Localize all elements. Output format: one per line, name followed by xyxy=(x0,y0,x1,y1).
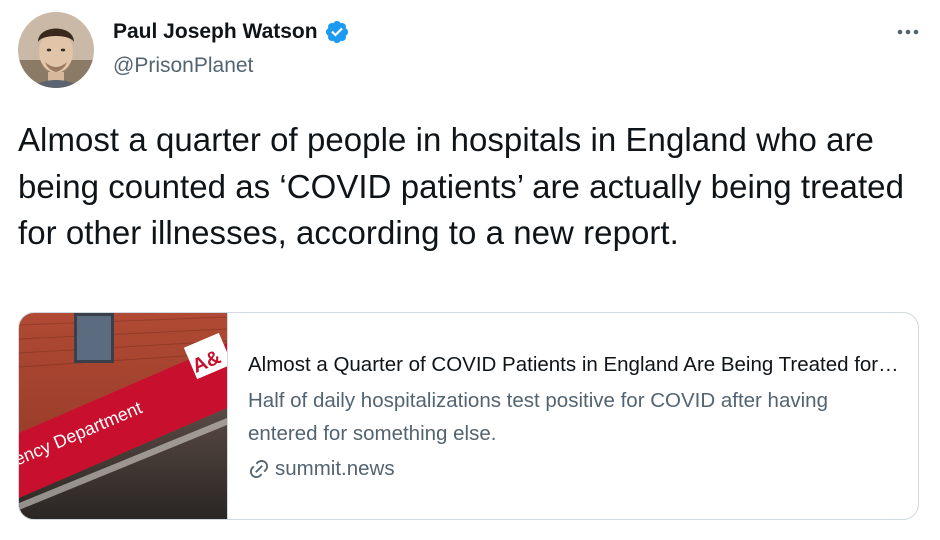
link-preview-card[interactable]: A& ency Department Almost a Quarter of C… xyxy=(18,312,919,520)
author-avatar[interactable] xyxy=(18,12,94,88)
author-display-name[interactable]: Paul Joseph Watson xyxy=(113,20,318,44)
card-thumbnail-image: A& ency Department xyxy=(19,313,228,519)
card-domain[interactable]: summit.news xyxy=(275,454,395,484)
tweet-text: Almost a quarter of people in hospitals … xyxy=(18,121,904,251)
avatar-portrait-icon xyxy=(18,12,94,88)
card-title: Almost a Quarter of COVID Patients in En… xyxy=(248,353,903,376)
verified-badge-icon xyxy=(324,19,350,45)
link-icon xyxy=(249,459,269,479)
more-options-button[interactable] xyxy=(890,18,926,46)
author-handle[interactable]: @PrisonPlanet xyxy=(113,54,253,78)
more-horizontal-icon xyxy=(897,29,919,35)
card-description: Half of daily hospitalizations test posi… xyxy=(248,389,828,445)
card-domain-row: summit.news xyxy=(248,454,908,484)
